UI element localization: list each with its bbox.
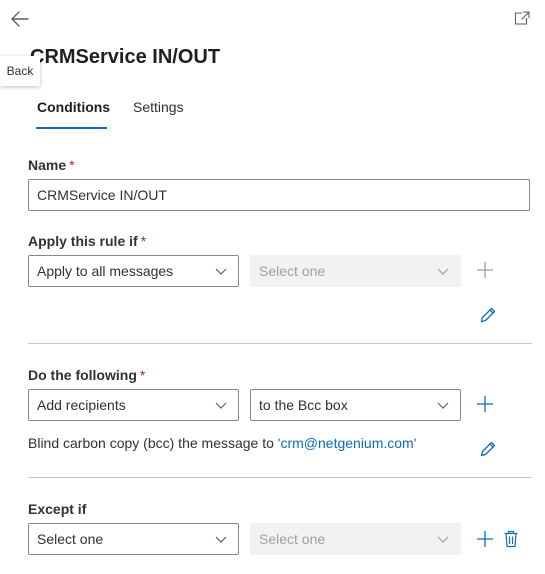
required-marker: * xyxy=(139,367,146,383)
apply-rule-label: Apply this rule if * xyxy=(28,233,146,249)
dropdown-value: Select one xyxy=(37,531,104,547)
section-divider xyxy=(28,477,532,478)
edit-condition-button[interactable] xyxy=(478,305,498,325)
tab-settings[interactable]: Settings xyxy=(133,99,184,115)
action-dropdown[interactable]: Add recipients xyxy=(28,389,239,421)
rule-name-input[interactable]: CRMService IN/OUT xyxy=(28,179,530,211)
apply-condition-dropdown[interactable]: Apply to all messages xyxy=(28,255,239,287)
open-in-new-window-button[interactable] xyxy=(513,10,531,26)
chevron-down-icon xyxy=(215,402,227,409)
trash-icon xyxy=(504,530,518,548)
required-marker: * xyxy=(140,233,147,249)
delete-exception-button[interactable] xyxy=(501,529,521,549)
dropdown-value: Apply to all messages xyxy=(37,263,174,279)
exception-dropdown[interactable]: Select one xyxy=(28,523,239,555)
section-divider xyxy=(28,343,532,344)
apply-rule-label-text: Apply this rule if xyxy=(28,233,138,249)
name-label-text: Name xyxy=(28,157,67,173)
edit-action-button[interactable] xyxy=(478,439,498,459)
required-marker: * xyxy=(69,157,75,173)
recipient-link[interactable]: 'crm@netgenium.com' xyxy=(278,435,417,451)
add-exception-button[interactable] xyxy=(475,529,495,549)
except-if-label: Except if xyxy=(28,501,87,517)
apply-subcondition-dropdown: Select one xyxy=(250,255,461,287)
action-description: Blind carbon copy (bcc) the message to '… xyxy=(28,435,416,451)
back-tooltip: Back xyxy=(0,56,40,86)
plus-icon xyxy=(477,396,493,412)
tab-conditions[interactable]: Conditions xyxy=(37,99,110,115)
open-in-new-window-icon xyxy=(514,11,530,25)
chevron-down-icon xyxy=(437,402,449,409)
chevron-down-icon xyxy=(215,536,227,543)
dropdown-value: Select one xyxy=(259,531,326,547)
dropdown-value: Select one xyxy=(259,263,326,279)
do-following-label: Do the following * xyxy=(28,367,145,383)
name-label: Name * xyxy=(28,157,75,173)
plus-icon xyxy=(477,531,493,547)
action-description-text: Blind carbon copy (bcc) the message to xyxy=(28,435,278,451)
chevron-down-icon xyxy=(437,536,449,543)
exception-subcondition-dropdown: Select one xyxy=(250,523,461,555)
add-action-button[interactable] xyxy=(475,394,495,414)
pencil-icon xyxy=(480,441,496,457)
dropdown-value: to the Bcc box xyxy=(259,397,348,413)
chevron-down-icon xyxy=(437,268,449,275)
dropdown-value: Add recipients xyxy=(37,397,126,413)
sub-action-dropdown[interactable]: to the Bcc box xyxy=(250,389,461,421)
arrow-left-icon xyxy=(11,11,29,27)
add-condition-button[interactable] xyxy=(475,260,495,280)
do-following-label-text: Do the following xyxy=(28,367,137,383)
plus-icon xyxy=(477,262,493,278)
page-title: CRMService IN/OUT xyxy=(30,46,221,68)
chevron-down-icon xyxy=(215,268,227,275)
active-tab-indicator xyxy=(36,127,107,129)
back-button[interactable] xyxy=(8,8,32,30)
pencil-icon xyxy=(480,307,496,323)
